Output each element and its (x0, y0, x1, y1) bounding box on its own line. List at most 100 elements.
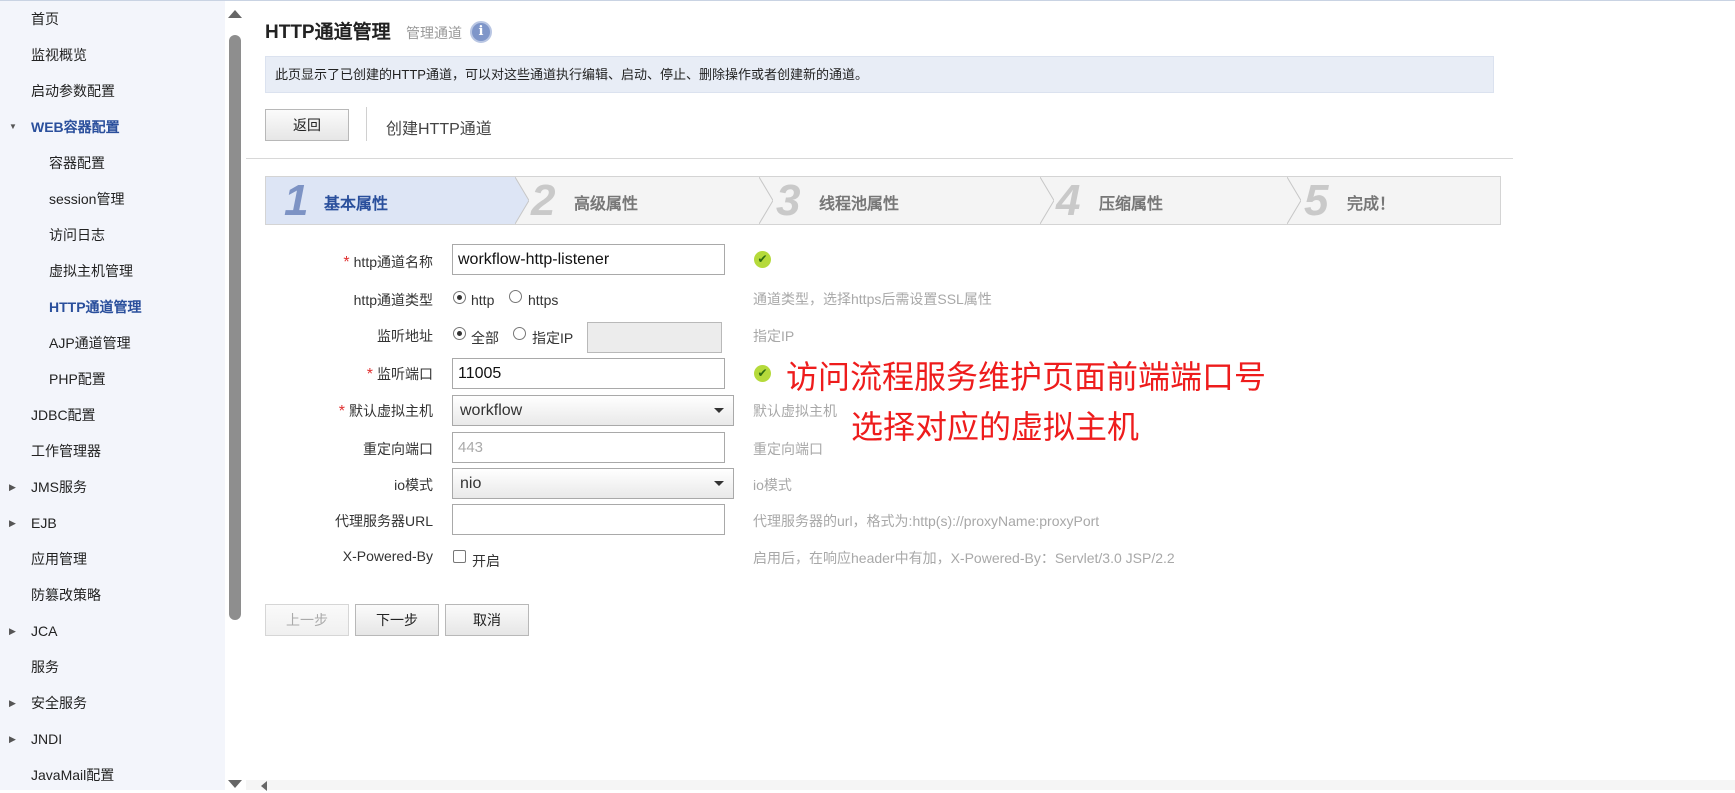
back-button[interactable]: 返回 (265, 109, 349, 141)
ip-input[interactable] (587, 322, 722, 353)
sidebar-item-label: 服务 (31, 659, 59, 675)
powered-by-checkbox[interactable] (453, 550, 466, 563)
sidebar-item-jms[interactable]: ▶ JMS服务 (0, 469, 225, 505)
sidebar-item-startup-params[interactable]: 启动参数配置 (0, 73, 225, 109)
sidebar-item-label: JavaMail配置 (31, 767, 115, 783)
page-description: 此页显示了已创建的HTTP通道，可以对这些通道执行编辑、启动、停止、删除操作或者… (265, 56, 1494, 93)
caret-down-icon: ▼ (9, 122, 17, 131)
sidebar-item-label: AJP通道管理 (49, 335, 131, 351)
horizontal-scrollbar[interactable] (246, 780, 1735, 790)
toolbar-divider (366, 107, 367, 141)
step-label: 完成！ (1347, 196, 1396, 213)
sidebar-item-php[interactable]: PHP配置 (0, 361, 225, 397)
radio-http-label: http (471, 292, 495, 308)
sidebar-item-label: 访问日志 (49, 227, 105, 243)
sidebar-item-label: 容器配置 (49, 155, 105, 171)
vhost-label-text: 默认虚拟主机 (349, 403, 433, 419)
redirect-port-input[interactable]: 443 (452, 432, 725, 463)
vhost-label: * 默认虚拟主机 (339, 401, 433, 421)
page-subtitle: 管理通道 (406, 25, 462, 41)
sidebar-item-label: 启动参数配置 (31, 83, 115, 99)
required-mark: * (366, 366, 373, 383)
sidebar-item-work-manager[interactable]: 工作管理器 (0, 433, 225, 469)
sidebar-item-security[interactable]: ▶ 安全服务 (0, 685, 225, 721)
sidebar-item-container-config[interactable]: 容器配置 (0, 145, 225, 181)
step-finish[interactable]: 5 完成！ (1302, 177, 1500, 224)
sidebar-item-jndi[interactable]: ▶ JNDI (0, 721, 225, 757)
sidebar-item-access-log[interactable]: 访问日志 (0, 217, 225, 253)
dropdown-caret-icon (714, 408, 724, 413)
radio-specific-ip-label: 指定IP (532, 330, 574, 346)
sidebar-item-ejb[interactable]: ▶ EJB (0, 505, 225, 541)
required-mark: * (338, 403, 345, 420)
step-threadpool[interactable]: 3 线程池属性 (774, 177, 1044, 224)
type-label: http通道类型 (353, 292, 433, 308)
caret-right-icon: ▶ (9, 518, 16, 528)
port-input[interactable]: 11005 (452, 358, 725, 389)
caret-right-icon: ▶ (9, 626, 16, 636)
caret-right-icon: ▶ (9, 482, 16, 492)
sidebar-item-http-channel[interactable]: HTTP通道管理 (0, 289, 225, 325)
sidebar-item-monitor[interactable]: 监视概览 (0, 37, 225, 73)
check-ok-icon: ✔ (754, 365, 771, 382)
sidebar-item-label: session管理 (49, 191, 125, 207)
powered-by-label: X-Powered-By (342, 548, 433, 564)
io-hint: io模式 (753, 477, 792, 493)
step-number: 5 (1304, 176, 1329, 225)
header-divider (246, 158, 1513, 159)
vhost-annotation: 选择对应的虚拟主机 (851, 408, 1140, 446)
sidebar-item-tamper-policy[interactable]: 防篡改策略 (0, 577, 225, 613)
step-compression[interactable]: 4 压缩属性 (1054, 177, 1299, 224)
virtual-host-select[interactable]: workflow (452, 395, 734, 426)
proxy-url-input[interactable] (452, 504, 725, 535)
powered-by-hint: 启用后，在响应header中有加，X-Powered-By：Servlet/3.… (753, 550, 1175, 566)
sidebar-item-web-container[interactable]: ▼ WEB容器配置 (0, 109, 225, 145)
sidebar-item-session[interactable]: session管理 (0, 181, 225, 217)
cancel-button[interactable]: 取消 (445, 604, 529, 636)
addr-hint: 指定IP (753, 328, 795, 344)
step-separator (1287, 177, 1301, 224)
name-label-text: http通道名称 (353, 254, 433, 270)
radio-all-addr-label: 全部 (471, 330, 499, 346)
sidebar-item-ajp-channel[interactable]: AJP通道管理 (0, 325, 225, 361)
caret-right-icon: ▶ (9, 698, 16, 708)
sidebar-item-home[interactable]: 首页 (0, 1, 225, 37)
step-advanced[interactable]: 2 高级属性 (529, 177, 759, 224)
prev-step-button[interactable]: 上一步 (265, 604, 349, 636)
radio-http[interactable] (453, 291, 466, 304)
top-border (0, 0, 1735, 1)
radio-specific-ip[interactable] (513, 327, 526, 340)
sidebar-item-label: JMS服务 (31, 479, 87, 495)
sidebar-item-services[interactable]: 服务 (0, 649, 225, 685)
next-step-button[interactable]: 下一步 (355, 604, 439, 636)
radio-all-addr[interactable] (453, 327, 466, 340)
scrollbar-thumb[interactable] (229, 35, 241, 620)
sidebar-item-label: 安全服务 (31, 695, 87, 711)
powered-by-checkbox-label: 开启 (472, 553, 500, 569)
io-mode-select[interactable]: nio (452, 468, 734, 499)
dropdown-caret-icon (714, 481, 724, 486)
step-basic[interactable]: 1 基本属性 (266, 177, 515, 224)
radio-https-label: https (528, 292, 559, 308)
sidebar-item-jdbc[interactable]: JDBC配置 (0, 397, 225, 433)
sidebar-item-app-management[interactable]: 应用管理 (0, 541, 225, 577)
step-separator (1040, 177, 1054, 224)
channel-name-input[interactable]: workflow-http-listener (452, 244, 725, 275)
scroll-down-arrow-icon[interactable] (228, 780, 242, 788)
sidebar-item-label: 首页 (31, 11, 59, 27)
radio-https[interactable] (509, 290, 522, 303)
step-number: 4 (1056, 176, 1081, 225)
check-ok-icon: ✔ (754, 251, 771, 268)
sidebar-item-label: JNDI (31, 731, 63, 747)
step-number: 1 (284, 176, 309, 225)
sidebar-item-label: JDBC配置 (31, 407, 96, 423)
step-label: 基本属性 (324, 196, 389, 213)
virtual-host-value: workflow (460, 402, 523, 419)
info-icon[interactable]: i (470, 21, 492, 43)
page-title: HTTP通道管理 (265, 22, 391, 43)
sidebar-item-javamail[interactable]: JavaMail配置 (0, 757, 225, 793)
sidebar-item-virtual-host[interactable]: 虚拟主机管理 (0, 253, 225, 289)
scroll-up-arrow-icon[interactable] (228, 10, 242, 18)
sidebar-item-label: HTTP通道管理 (49, 299, 142, 315)
sidebar-item-jca[interactable]: ▶ JCA (0, 613, 225, 649)
